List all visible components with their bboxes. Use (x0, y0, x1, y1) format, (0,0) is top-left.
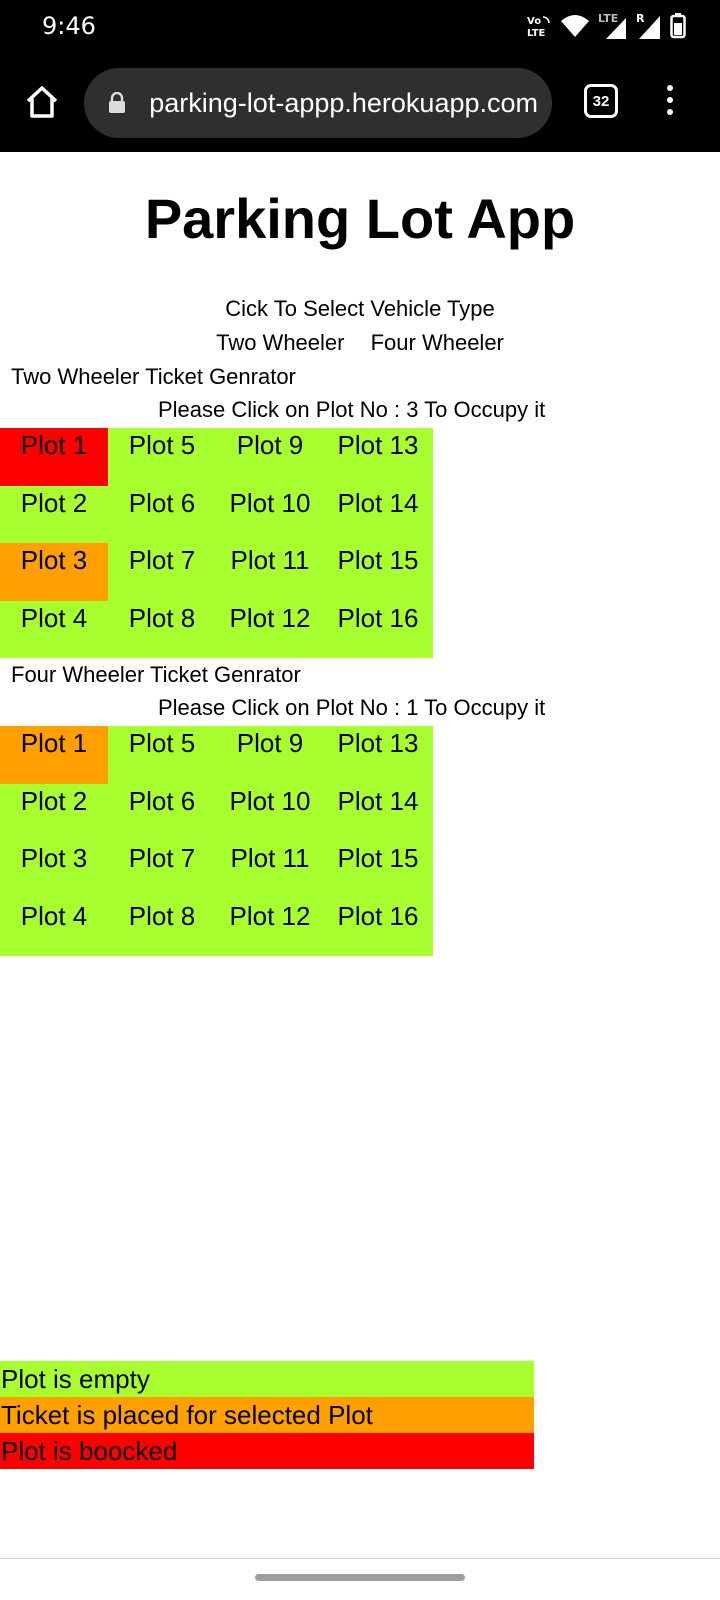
plot-cell[interactable]: Plot 13 (324, 428, 432, 486)
plot-cell[interactable]: Plot 7 (108, 841, 216, 899)
legend-empty: Plot is empty (0, 1361, 534, 1397)
four-wheeler-instruction: Please Click on Plot No : 1 To Occupy it (158, 695, 546, 720)
plot-cell[interactable]: Plot 14 (324, 485, 432, 543)
status-bar: 9:46 Vo LTE LTE R (0, 0, 720, 56)
home-icon (26, 86, 58, 118)
legend-selected: Ticket is placed for selected Plot (0, 1397, 534, 1433)
vehicle-type-options: Two Wheeler Four Wheeler (0, 330, 720, 356)
plot-cell[interactable]: Plot 12 (216, 898, 324, 956)
svg-text:Vo: Vo (527, 16, 541, 27)
four-wheeler-heading: Four Wheeler Ticket Genrator (11, 662, 301, 687)
plot-cell[interactable]: Plot 2 (0, 783, 108, 841)
address-bar[interactable]: parking-lot-appp.herokuapp.com (84, 68, 552, 138)
two-wheeler-instruction: Please Click on Plot No : 3 To Occupy it (158, 397, 546, 422)
plot-cell[interactable]: Plot 7 (108, 543, 216, 601)
browser-toolbar: parking-lot-appp.herokuapp.com 32 (0, 56, 720, 152)
plot-cell[interactable]: Plot 12 (216, 600, 324, 658)
divider (0, 1558, 720, 1559)
plot-cell[interactable]: Plot 11 (216, 841, 324, 899)
plot-cell[interactable]: Plot 15 (324, 543, 432, 601)
plot-cell[interactable]: Plot 3 (0, 841, 108, 899)
plot-cell[interactable]: Plot 4 (0, 898, 108, 956)
svg-text:LTE: LTE (598, 12, 618, 25)
plot-cell[interactable]: Plot 11 (216, 543, 324, 601)
svg-text:LTE: LTE (527, 28, 546, 39)
home-button[interactable] (22, 82, 62, 122)
plot-cell[interactable]: Plot 8 (108, 898, 216, 956)
four-wheeler-plot-grid: Plot 1 Plot 5 Plot 9 Plot 13 Plot 2 Plot 6 Plo… (0, 726, 433, 956)
plot-cell[interactable]: Plot 15 (324, 841, 432, 899)
plot-cell[interactable]: Plot 4 (0, 600, 108, 658)
plot-cell[interactable]: Plot 10 (216, 485, 324, 543)
plot-cell[interactable]: Plot 9 (216, 428, 324, 486)
status-time: 9:46 (42, 12, 96, 40)
tab-switcher-button[interactable]: 32 (584, 84, 618, 118)
plot-cell[interactable]: Plot 8 (108, 600, 216, 658)
plot-cell[interactable]: Plot 5 (108, 726, 216, 784)
plot-cell[interactable]: Plot 1 (0, 428, 108, 486)
battery-icon (670, 13, 686, 39)
plot-cell[interactable]: Plot 13 (324, 726, 432, 784)
plot-cell[interactable]: Plot 1 (0, 726, 108, 784)
roaming-signal-icon: R (636, 12, 660, 39)
two-wheeler-plot-grid: Plot 1 Plot 5 Plot 9 Plot 13 Plot 2 Plot 6 Plo… (0, 428, 433, 658)
page-title: Parking Lot App (144, 187, 576, 250)
more-vert-icon (660, 85, 680, 115)
plot-cell[interactable]: Plot 16 (324, 600, 432, 658)
volte-icon: Vo LTE (527, 16, 550, 39)
wifi-icon (561, 15, 589, 37)
plot-cell[interactable]: Plot 9 (216, 726, 324, 784)
plot-cell[interactable]: Plot 5 (108, 428, 216, 486)
gesture-home-indicator[interactable] (255, 1574, 465, 1581)
plot-cell[interactable]: Plot 3 (0, 543, 108, 601)
overflow-menu-button[interactable] (660, 82, 680, 122)
four-wheeler-option[interactable]: Four Wheeler (371, 330, 504, 356)
two-wheeler-heading: Two Wheeler Ticket Genrator (11, 364, 296, 389)
plot-cell[interactable]: Plot 16 (324, 898, 432, 956)
lte-signal-icon: LTE (598, 12, 626, 39)
plot-cell[interactable]: Plot 6 (108, 485, 216, 543)
plot-cell[interactable]: Plot 10 (216, 783, 324, 841)
two-wheeler-option[interactable]: Two Wheeler (216, 330, 344, 356)
plot-cell[interactable]: Plot 2 (0, 485, 108, 543)
vehicle-select-prompt: Cick To Select Vehicle Type (225, 296, 495, 321)
lock-icon (109, 92, 125, 113)
svg-text:R: R (636, 12, 645, 25)
url-text: parking-lot-appp.herokuapp.com (149, 88, 538, 118)
plot-cell[interactable]: Plot 14 (324, 783, 432, 841)
plot-cell[interactable]: Plot 6 (108, 783, 216, 841)
status-icons: Vo LTE LTE R (526, 12, 686, 40)
legend-booked: Plot is boocked (0, 1433, 534, 1469)
